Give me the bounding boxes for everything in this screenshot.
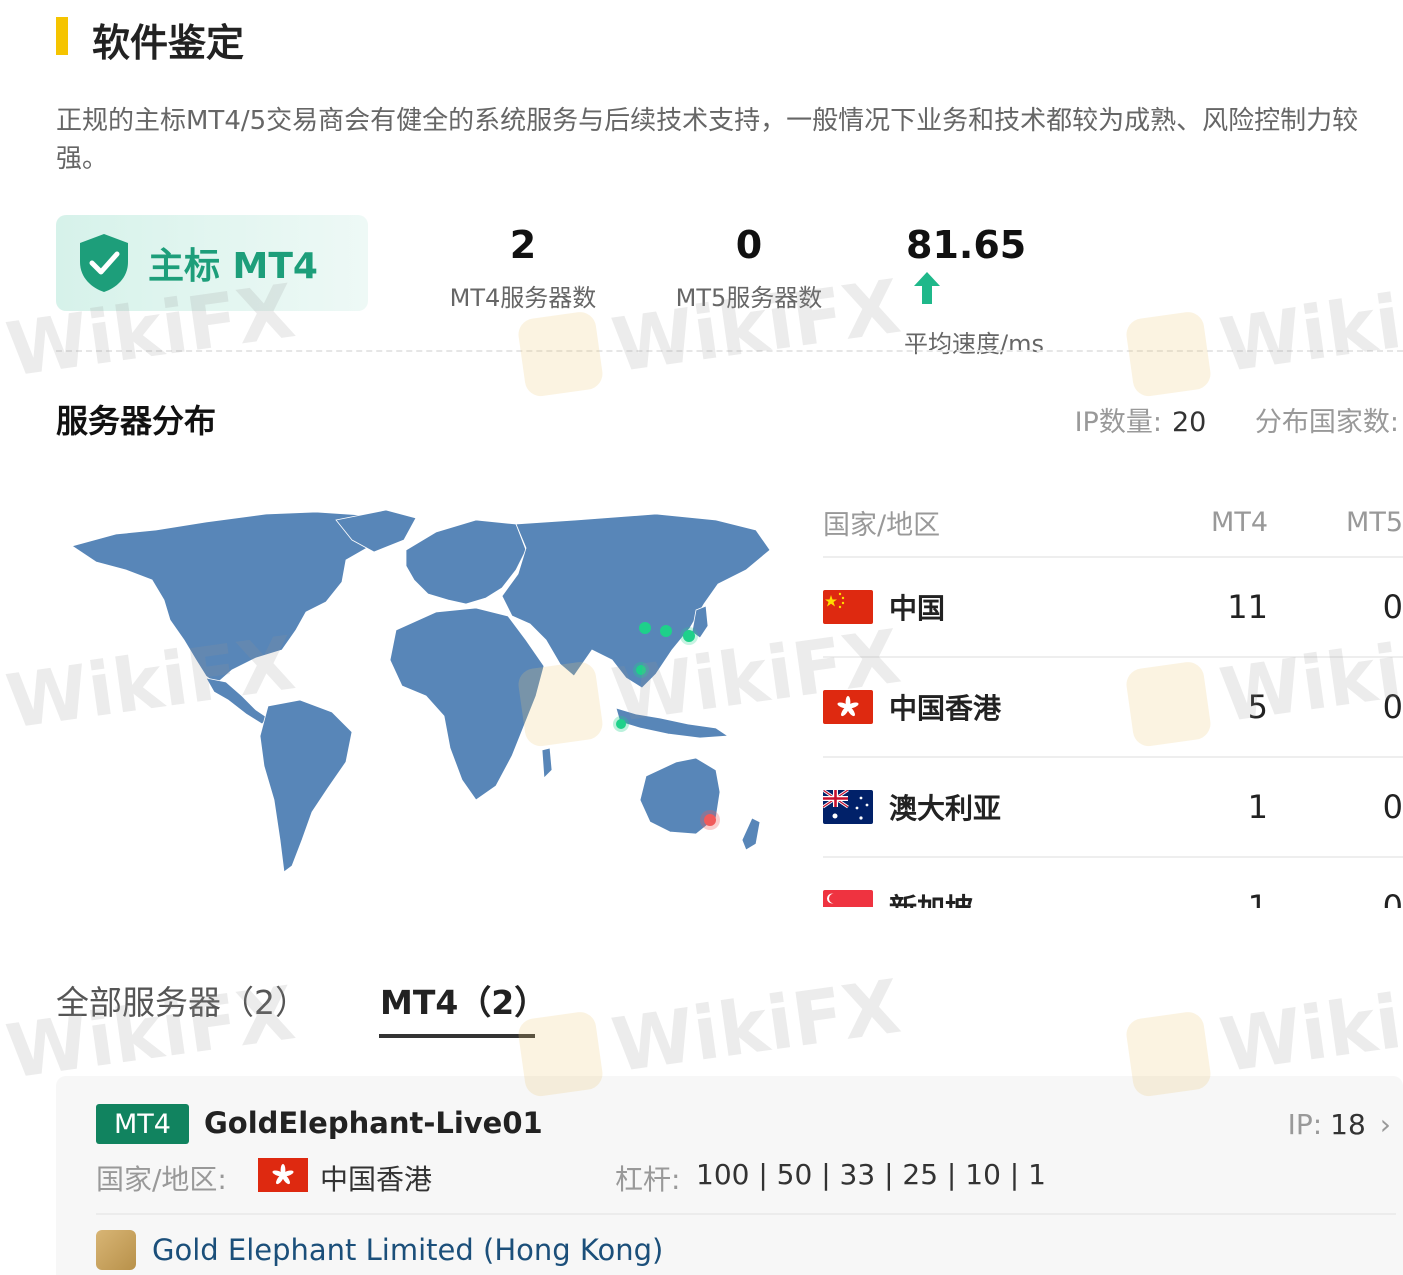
badge-label: 主标 MT4 xyxy=(148,246,318,287)
china-flag-icon xyxy=(823,590,873,624)
table-row: 澳大利亚 1 0 xyxy=(823,758,1403,858)
active-tab-indicator xyxy=(379,1034,535,1038)
china-marker-2 xyxy=(660,625,672,637)
stat-mt4-servers: 2 MT4服务器数 xyxy=(448,222,598,313)
stat-mt5-servers: 0 MT5服务器数 xyxy=(674,222,824,313)
country-name: 澳大利亚 xyxy=(889,792,1002,825)
mt5-count: 0 xyxy=(1382,788,1403,826)
map-landmasses xyxy=(71,509,771,873)
tab-all-servers[interactable]: 全部服务器（2） xyxy=(56,976,308,1024)
header-region: 国家/地区 xyxy=(823,509,941,541)
mt5-count: 0 xyxy=(1382,588,1403,626)
shield-check-icon xyxy=(80,234,128,292)
country-table: 国家/地区 MT4 MT5 中国 11 0 中国香港 5 0 澳大利亚 1 0 … xyxy=(823,488,1403,908)
platform-tag: MT4 xyxy=(96,1104,189,1144)
singapore-flag-icon xyxy=(823,890,873,908)
ip-count-label: IP数量: xyxy=(1074,407,1162,438)
south-america xyxy=(259,699,353,873)
australia-marker-dot xyxy=(704,814,716,826)
tab-mt4[interactable]: MT4（2） xyxy=(380,976,547,1024)
mt4-count: 1 xyxy=(1247,788,1268,826)
stat-label: MT5服务器数 xyxy=(675,284,823,312)
stat-value: 81.65 xyxy=(906,223,1027,267)
region-label: 国家/地区: xyxy=(96,1163,227,1196)
mt4-license-badge: 主标 MT4 xyxy=(56,215,368,311)
ip-summary: IP数量: 20 分布国家数: xyxy=(1075,400,1399,439)
stat-avg-speed: 81.65 平均速度/ms xyxy=(900,222,1050,359)
server-name: GoldElephant-Live01 xyxy=(204,1106,543,1140)
stat-value: 2 xyxy=(509,223,537,267)
arrow-up-icon xyxy=(914,272,940,304)
leverage-value: 100 | 50 | 33 | 25 | 10 | 1 xyxy=(696,1158,1046,1191)
section-title: 软件鉴定 xyxy=(92,21,245,65)
new-zealand xyxy=(741,817,761,851)
hongkong-flag-icon xyxy=(823,690,873,724)
company-name-link[interactable]: Gold Elephant Limited (Hong Kong) xyxy=(152,1233,663,1267)
table-header: 国家/地区 MT4 MT5 xyxy=(823,488,1403,558)
company-logo xyxy=(96,1230,136,1270)
divider xyxy=(56,350,1403,352)
madagascar xyxy=(541,747,553,779)
mt4-count: 11 xyxy=(1227,588,1268,626)
region-value: 中国香港 xyxy=(320,1163,433,1196)
country-name: 中国香港 xyxy=(889,692,1002,725)
central-america xyxy=(205,677,269,725)
world-map xyxy=(71,509,771,873)
ip-label: IP: xyxy=(1287,1108,1323,1141)
section-description: 正规的主标MT4/5交易商会有健全的系统服务与后续技术支持，一般情况下业务和技术… xyxy=(56,106,1359,174)
stat-label: MT4服务器数 xyxy=(449,284,597,312)
ip-count-value: 20 xyxy=(1171,407,1207,438)
card-divider xyxy=(96,1213,1396,1215)
africa xyxy=(389,607,545,801)
indonesia xyxy=(615,707,730,739)
mt4-count: 5 xyxy=(1247,688,1268,726)
mt4-count: 1 xyxy=(1247,888,1268,908)
hongkong-flag-icon xyxy=(258,1158,308,1192)
table-row: 中国香港 5 0 xyxy=(823,658,1403,758)
north-america xyxy=(71,511,397,685)
header-mt5: MT5 xyxy=(1346,506,1403,538)
distribution-title: 服务器分布 xyxy=(56,402,217,440)
header-mt4: MT4 xyxy=(1211,506,1268,538)
server-ip[interactable]: IP: 18 › xyxy=(1288,1108,1391,1141)
table-row: 中国 11 0 xyxy=(823,558,1403,658)
chevron-right-icon: › xyxy=(1379,1108,1391,1141)
leverage-label: 杠杆: xyxy=(615,1163,681,1196)
mt5-count: 0 xyxy=(1382,888,1403,908)
australia-flag-icon xyxy=(823,790,873,824)
country-name: 中国 xyxy=(889,592,946,625)
watermark: WikiFX xyxy=(1124,264,1403,402)
country-name: 新加坡 xyxy=(889,887,973,908)
hongkong-marker-dot xyxy=(636,665,646,675)
japan-marker-dot xyxy=(683,630,695,642)
stat-label: 平均速度/ms xyxy=(904,330,1044,358)
stat-value: 0 xyxy=(735,223,763,267)
table-row: 新加坡 1 0 xyxy=(823,858,1403,908)
singapore-marker-dot xyxy=(616,719,626,729)
ip-value: 18 xyxy=(1330,1108,1366,1141)
asia xyxy=(501,513,771,689)
mt5-count: 0 xyxy=(1382,688,1403,726)
country-count-label: 分布国家数: xyxy=(1254,407,1399,438)
title-accent-bar xyxy=(56,17,68,55)
china-marker xyxy=(639,622,651,634)
